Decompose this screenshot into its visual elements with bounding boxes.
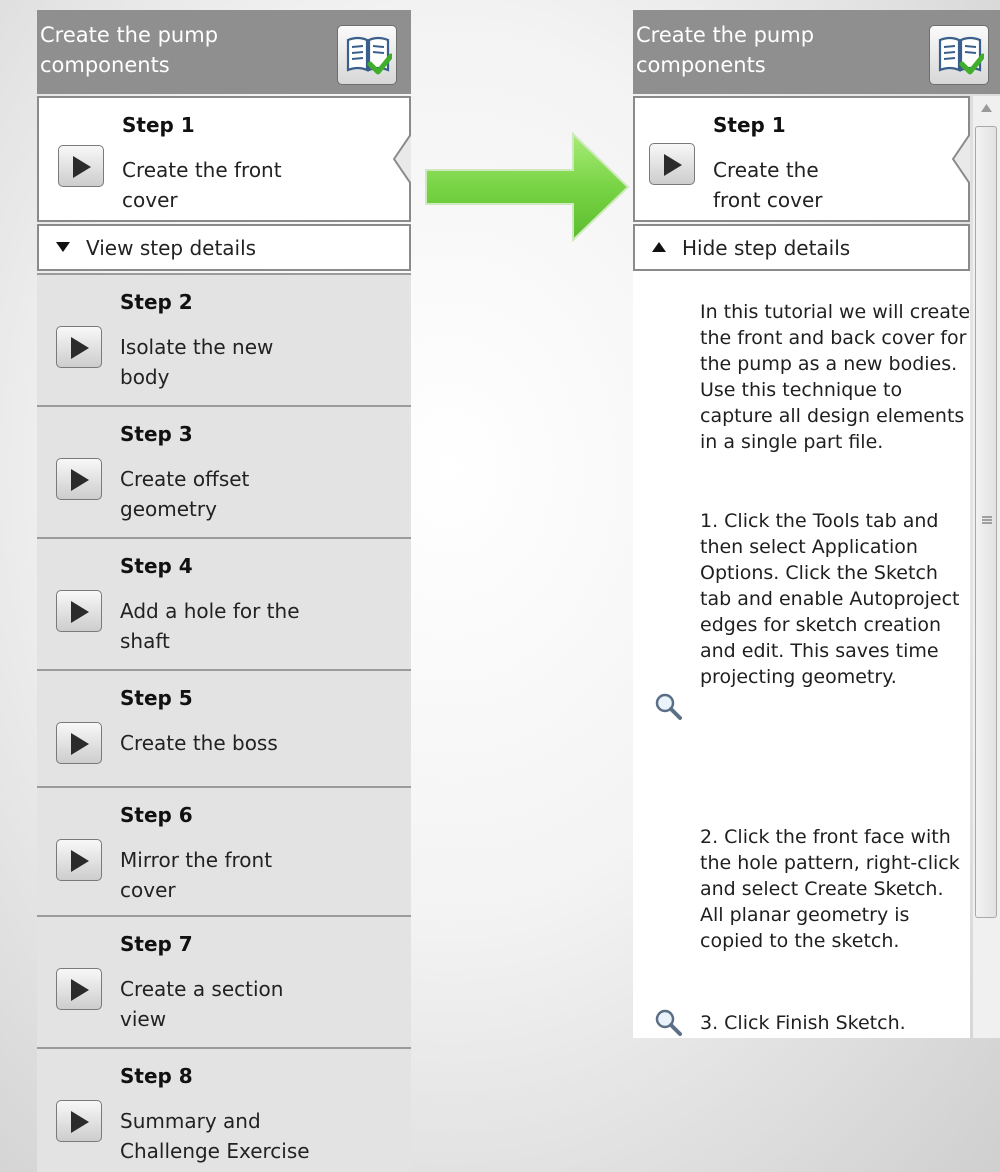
toggle-label: Hide step details [682,236,851,260]
play-icon [664,154,682,176]
step-details-pane: In this tutorial we will create the fron… [633,271,970,1038]
details-step-3: 3. Click Finish Sketch. [700,1012,906,1034]
scroll-up-arrow-icon[interactable] [981,104,992,112]
play-step-3-button[interactable] [56,458,102,500]
magnifier-icon[interactable] [653,1007,683,1037]
step-title: Create offset geometry [120,467,250,521]
step-card-6[interactable]: Step 6 Mirror the front cover [37,786,411,918]
triangle-up-icon [652,242,666,252]
step-card-2[interactable]: Step 2 Isolate the new body [37,273,411,405]
play-icon [71,850,89,872]
hide-step-details-toggle[interactable]: Hide step details [633,224,970,271]
play-step-5-button[interactable] [56,722,102,764]
play-icon [71,469,89,491]
open-book-button[interactable] [929,25,989,85]
book-check-icon [938,36,984,75]
step-number: Step 3 [120,422,193,446]
play-icon [73,156,91,178]
step-card-3[interactable]: Step 3 Create offset geometry [37,405,411,537]
details-step-1: 1. Click the Tools tab and then select A… [700,510,960,688]
details-scrollbar[interactable] [973,96,1000,1038]
step-card-1[interactable]: Step 1 Create the front cover [37,96,411,222]
grip-icon [982,516,992,524]
step-title: Create the front cover [713,158,823,212]
book-check-icon [346,36,392,75]
step-card-7[interactable]: Step 7 Create a section view [37,915,411,1047]
step-title: Add a hole for the shaft [120,599,300,653]
right-arrow-icon [425,132,630,242]
play-step-4-button[interactable] [56,590,102,632]
step-card-5[interactable]: Step 5 Create the boss [37,669,411,786]
step-number: Step 6 [120,803,193,827]
triangle-down-icon [56,242,70,252]
step-number: Step 1 [713,113,786,137]
panel-title: Create the pump components [636,23,815,77]
step-number: Step 7 [120,932,193,956]
details-step-2: 2. Click the front face with the hole pa… [700,826,960,952]
step-title: Summary and Challenge Exercise [120,1109,310,1163]
play-step-6-button[interactable] [56,839,102,881]
magnifier-icon[interactable] [653,691,683,721]
step-card-8[interactable]: Step 8 Summary and Challenge Exercise [37,1047,411,1172]
play-icon [71,601,89,623]
step-number: Step 5 [120,686,193,710]
step-number: Step 4 [120,554,193,578]
left-tutorial-panel: Create the pump components Step 1 Create… [37,10,411,1172]
play-icon [71,1111,89,1133]
step-title: Mirror the front cover [120,848,273,902]
step-title: Create the boss [120,731,278,755]
play-icon [71,337,89,359]
step-title: Isolate the new body [120,335,274,389]
active-step-notch-icon [393,134,411,184]
right-panel-header: Create the pump components [633,10,1000,94]
play-icon [71,733,89,755]
step-number: Step 8 [120,1064,193,1088]
scrollbar-thumb[interactable] [975,126,997,918]
play-step-7-button[interactable] [56,968,102,1010]
step-title: Create the front cover [122,158,282,212]
step-card-4[interactable]: Step 4 Add a hole for the shaft [37,537,411,669]
step-card-1[interactable]: Step 1 Create the front cover [633,96,970,222]
play-step-2-button[interactable] [56,326,102,368]
left-panel-header: Create the pump components [37,10,411,94]
play-step-1-button[interactable] [649,143,695,185]
step-title: Create a section view [120,977,284,1031]
play-icon [71,979,89,1001]
details-intro: In this tutorial we will create the fron… [700,301,971,453]
play-step-8-button[interactable] [56,1100,102,1142]
open-book-button[interactable] [337,25,397,85]
view-step-details-toggle[interactable]: View step details [37,224,411,271]
active-step-notch-icon [952,134,970,184]
play-step-1-button[interactable] [58,145,104,187]
step-number: Step 1 [122,113,195,137]
toggle-label: View step details [86,236,257,260]
right-tutorial-panel: Create the pump components Step 1 Create… [633,10,1000,1038]
panel-title: Create the pump components [40,23,219,77]
step-number: Step 2 [120,290,193,314]
